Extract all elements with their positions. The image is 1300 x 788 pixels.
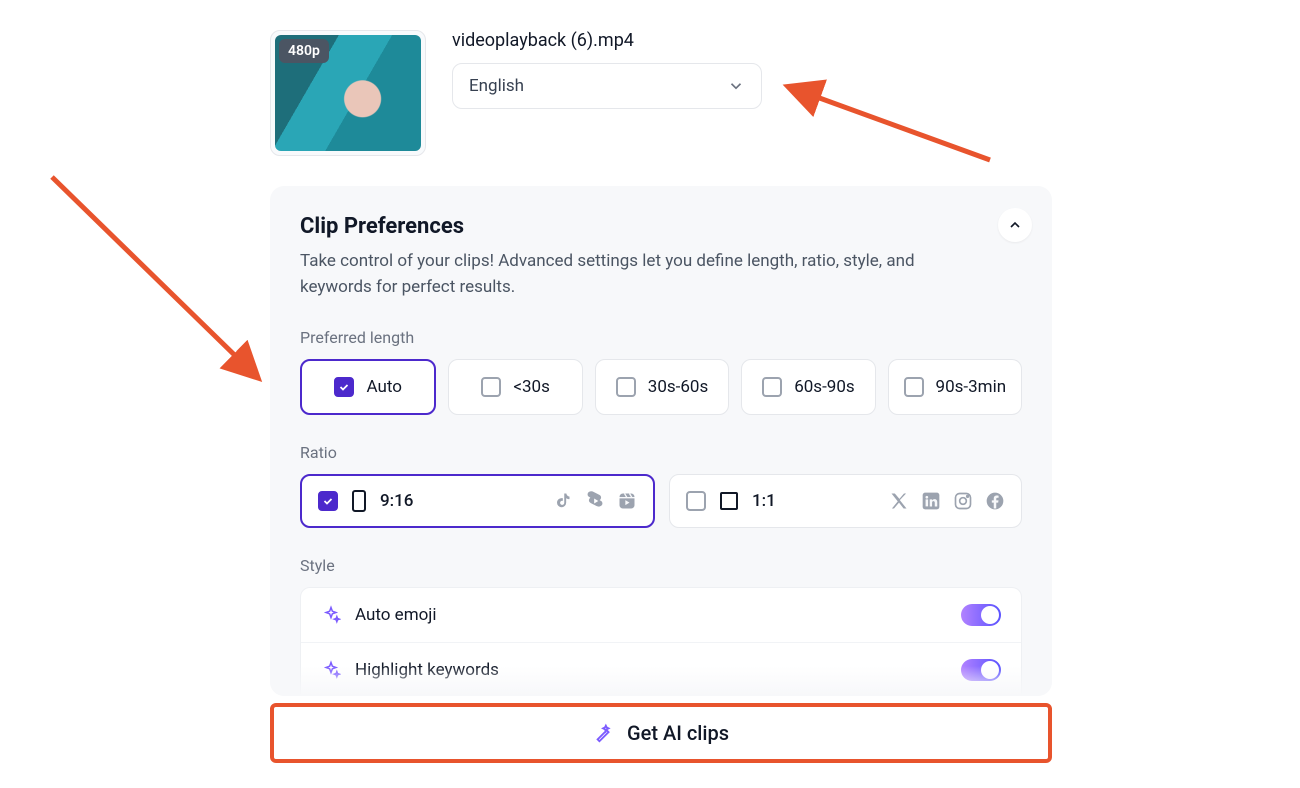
instagram-icon [953, 491, 973, 511]
facebook-icon [985, 491, 1005, 511]
get-ai-clips-button[interactable]: Get AI clips [270, 703, 1052, 763]
clip-preferences-card: Clip Preferences Take control of your cl… [270, 186, 1052, 696]
ratio-option-1-1[interactable]: 1:1 [669, 474, 1022, 528]
cta-label: Get AI clips [627, 721, 729, 745]
length-option-30s[interactable]: <30s [448, 359, 582, 415]
length-label: 60s-90s [794, 377, 854, 397]
length-section-label: Preferred length [300, 328, 1022, 347]
length-label: <30s [513, 377, 550, 397]
ratio-section-label: Ratio [300, 443, 1022, 462]
checkbox-icon [904, 377, 924, 397]
chevron-down-icon [727, 77, 745, 95]
style-label: Auto emoji [355, 605, 437, 625]
checkbox-icon [616, 377, 636, 397]
file-name: videoplayback (6).mp4 [452, 30, 1052, 51]
length-label: 30s-60s [648, 377, 708, 397]
card-title: Clip Preferences [300, 214, 1022, 239]
ratio-label: 9:16 [380, 491, 413, 511]
sparkle-icon [321, 660, 341, 680]
checkbox-icon [334, 377, 354, 397]
style-row-highlight: Highlight keywords [301, 642, 1021, 696]
style-label: Highlight keywords [355, 660, 499, 680]
annotation-arrow [40, 165, 270, 390]
checkbox-icon [318, 491, 338, 511]
style-section-label: Style [300, 556, 1022, 575]
resolution-badge: 480p [279, 39, 329, 63]
phone-icon [352, 490, 366, 512]
length-option-90s-3min[interactable]: 90s-3min [888, 359, 1022, 415]
ratio-option-9-16[interactable]: 9:16 [300, 474, 655, 528]
linkedin-icon [921, 491, 941, 511]
video-thumbnail[interactable]: 480p [270, 30, 426, 156]
checkbox-icon [686, 491, 706, 511]
square-icon [720, 492, 738, 510]
x-icon [889, 491, 909, 511]
sparkle-icon [321, 605, 341, 625]
reels-icon [617, 491, 637, 511]
toggle-auto-emoji[interactable] [961, 604, 1001, 626]
card-subtitle: Take control of your clips! Advanced set… [300, 249, 960, 300]
ratio-label: 1:1 [752, 491, 776, 511]
length-label: Auto [366, 377, 401, 397]
tiktok-icon [553, 491, 573, 511]
style-row-auto-emoji: Auto emoji [301, 588, 1021, 642]
shorts-icon [585, 491, 605, 511]
collapse-button[interactable] [998, 208, 1032, 242]
length-option-60-90s[interactable]: 60s-90s [741, 359, 875, 415]
wand-icon [593, 722, 615, 744]
toggle-highlight[interactable] [961, 659, 1001, 681]
length-option-30-60s[interactable]: 30s-60s [595, 359, 729, 415]
length-option-auto[interactable]: Auto [300, 359, 436, 415]
language-select[interactable]: English [452, 63, 762, 109]
length-label: 90s-3min [936, 377, 1007, 397]
checkbox-icon [762, 377, 782, 397]
checkbox-icon [481, 377, 501, 397]
language-value: English [469, 76, 524, 96]
